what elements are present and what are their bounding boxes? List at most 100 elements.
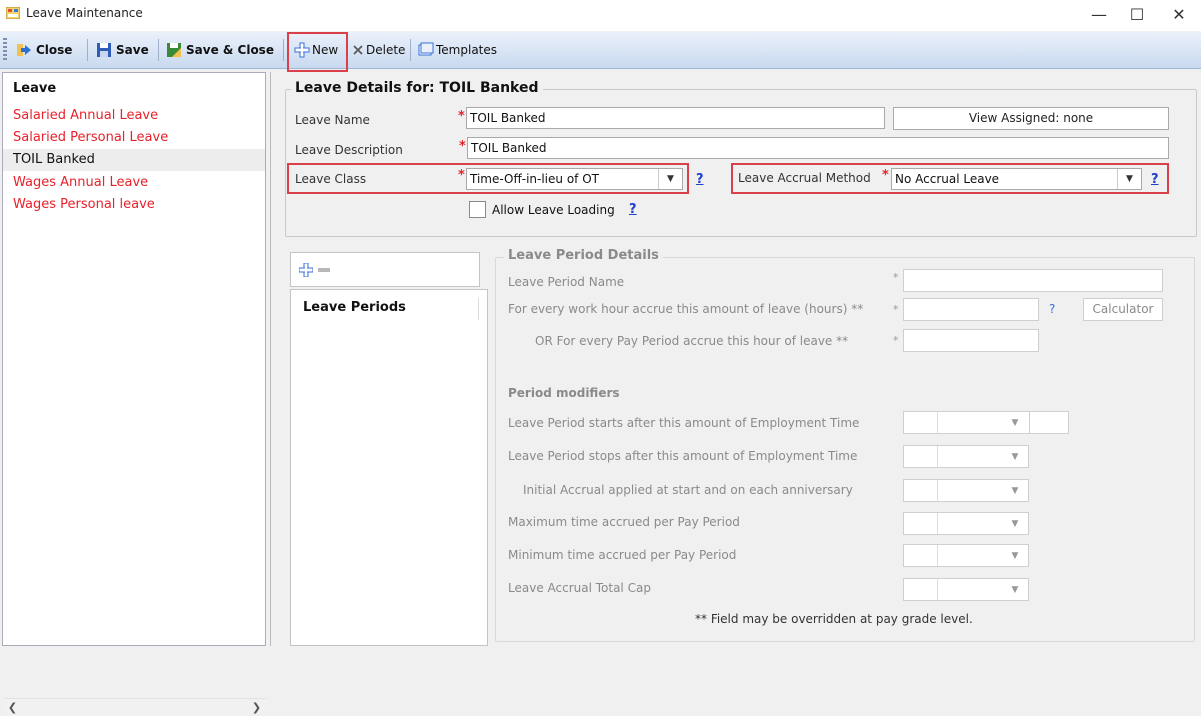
toolbar-separator xyxy=(87,39,88,61)
save-button[interactable]: Save xyxy=(92,36,153,64)
save-close-icon xyxy=(167,43,181,57)
column-divider xyxy=(478,298,479,320)
accrual-method-select[interactable]: No Accrual Leave ▼ xyxy=(891,168,1142,190)
x-icon xyxy=(353,45,363,55)
delete-label: Delete xyxy=(366,43,406,57)
title-bar: Leave Maintenance — ☐ ✕ xyxy=(0,0,1201,31)
toolbar: Close Save Save & Close New Delete Templ… xyxy=(0,32,1201,72)
period-modifiers-title: Period modifiers xyxy=(508,386,620,400)
save-close-button[interactable]: Save & Close xyxy=(162,36,278,64)
templates-label: Templates xyxy=(436,43,498,57)
leave-class-help-link[interactable]: ? xyxy=(696,172,704,187)
new-label: New xyxy=(312,43,339,57)
leave-name-label: Leave Name xyxy=(295,113,370,127)
leave-item-salaried-annual[interactable]: Salaried Annual Leave xyxy=(3,105,265,127)
chevron-down-icon[interactable]: ▼ xyxy=(1000,480,1030,501)
total-cap-combo[interactable]: ▼ xyxy=(903,578,1029,601)
periods-toolbar xyxy=(290,252,480,287)
scroll-right-icon[interactable]: ❯ xyxy=(248,699,265,716)
leave-list-header: Leave xyxy=(13,81,57,96)
leave-details-title: Leave Details for: TOIL Banked xyxy=(291,80,543,96)
leave-item-wages-personal[interactable]: Wages Personal leave xyxy=(3,194,265,216)
leave-name-field[interactable]: TOIL Banked xyxy=(466,107,885,129)
leave-item-wages-annual[interactable]: Wages Annual Leave xyxy=(3,172,265,194)
minimize-button[interactable]: — xyxy=(1078,0,1120,31)
minimize-icon: — xyxy=(1091,5,1107,24)
floppy-disk-icon xyxy=(97,43,111,57)
chevron-down-icon[interactable]: ▼ xyxy=(1000,513,1030,534)
toolbar-grip[interactable] xyxy=(3,38,7,62)
required-marker: * xyxy=(893,334,899,347)
required-marker: * xyxy=(459,139,466,154)
period-name-label: Leave Period Name xyxy=(508,275,625,289)
min-time-combo[interactable]: ▼ xyxy=(903,544,1029,567)
toolbar-separator xyxy=(410,39,411,61)
required-marker: * xyxy=(893,303,899,316)
save-label: Save xyxy=(116,43,149,57)
allow-loading-help-link[interactable]: ? xyxy=(629,202,637,217)
close-icon: ✕ xyxy=(1172,5,1186,24)
allow-loading-checkbox[interactable] xyxy=(469,201,486,218)
work-hour-help-link[interactable]: ? xyxy=(1049,302,1055,316)
initial-accrual-label: Initial Accrual applied at start and on … xyxy=(523,483,853,497)
maximize-icon: ☐ xyxy=(1129,5,1145,24)
leave-periods-list[interactable]: Leave Periods xyxy=(290,289,488,646)
leave-class-select[interactable]: Time-Off-in-lieu of OT ▼ xyxy=(466,168,683,190)
chevron-down-icon[interactable]: ▼ xyxy=(1117,169,1141,189)
templates-icon xyxy=(418,42,434,56)
required-marker: * xyxy=(458,109,465,124)
leave-description-label: Leave Description xyxy=(295,143,403,157)
leave-class-label: Leave Class xyxy=(295,172,367,186)
leave-description-field[interactable]: TOIL Banked xyxy=(467,137,1169,159)
exit-arrow-icon xyxy=(17,44,31,56)
chevron-down-icon[interactable]: ▼ xyxy=(1000,412,1030,433)
max-time-combo[interactable]: ▼ xyxy=(903,512,1029,535)
plus-icon[interactable] xyxy=(299,263,313,277)
accrual-method-help-link[interactable]: ? xyxy=(1151,172,1159,187)
chevron-down-icon[interactable]: ▼ xyxy=(1000,579,1030,600)
delete-button[interactable]: Delete xyxy=(348,36,409,64)
details-panel: Leave Details for: TOIL Banked Leave Nam… xyxy=(270,72,1199,646)
stops-after-label: Leave Period stops after this amount of … xyxy=(508,449,858,463)
required-marker: * xyxy=(893,271,899,284)
accrual-method-label: Leave Accrual Method xyxy=(738,171,871,185)
pay-period-accrual-label: OR For every Pay Period accrue this hour… xyxy=(535,334,849,348)
period-name-field[interactable] xyxy=(903,269,1163,292)
max-time-label: Maximum time accrued per Pay Period xyxy=(508,515,740,529)
plus-icon xyxy=(294,42,310,58)
scroll-left-icon[interactable]: ❮ xyxy=(4,699,21,716)
toolbar-separator xyxy=(158,39,159,61)
required-marker: * xyxy=(458,168,465,183)
chevron-down-icon[interactable]: ▼ xyxy=(1000,545,1030,566)
minus-icon[interactable] xyxy=(318,268,330,272)
view-assigned-button[interactable]: View Assigned: none xyxy=(893,107,1169,130)
close-window-button[interactable]: ✕ xyxy=(1158,0,1200,31)
leave-class-value: Time-Off-in-lieu of OT xyxy=(470,172,599,186)
maximize-button[interactable]: ☐ xyxy=(1116,0,1158,31)
stops-after-combo[interactable]: ▼ xyxy=(903,445,1029,468)
work-hour-accrual-label: For every work hour accrue this amount o… xyxy=(508,302,864,316)
pay-period-accrual-field[interactable] xyxy=(903,329,1039,352)
total-cap-label: Leave Accrual Total Cap xyxy=(508,581,651,595)
app-icon xyxy=(6,7,20,19)
close-button[interactable]: Close xyxy=(12,36,76,64)
templates-button[interactable]: Templates xyxy=(414,36,501,64)
starts-after-unit-field[interactable] xyxy=(1029,411,1069,434)
override-footnote: ** Field may be overridden at pay grade … xyxy=(695,612,973,626)
leave-item-salaried-personal[interactable]: Salaried Personal Leave xyxy=(3,127,265,149)
leave-item-toil-banked[interactable]: TOIL Banked xyxy=(3,149,265,171)
calculator-button[interactable]: Calculator xyxy=(1083,298,1163,321)
initial-accrual-combo[interactable]: ▼ xyxy=(903,479,1029,502)
window-title: Leave Maintenance xyxy=(26,6,143,20)
accrual-method-value: No Accrual Leave xyxy=(895,172,1000,186)
save-close-label: Save & Close xyxy=(186,43,274,57)
leave-list-panel: Leave Salaried Annual Leave Salaried Per… xyxy=(2,72,266,715)
chevron-down-icon[interactable]: ▼ xyxy=(658,169,682,189)
work-hour-accrual-field[interactable] xyxy=(903,298,1039,321)
period-details-title: Leave Period Details xyxy=(504,248,663,263)
horizontal-scrollbar[interactable]: ❮ ❯ xyxy=(4,698,266,715)
allow-loading-label: Allow Leave Loading xyxy=(492,203,615,217)
new-button[interactable]: New xyxy=(290,36,342,64)
chevron-down-icon[interactable]: ▼ xyxy=(1000,446,1030,467)
leave-periods-header: Leave Periods xyxy=(303,300,406,315)
